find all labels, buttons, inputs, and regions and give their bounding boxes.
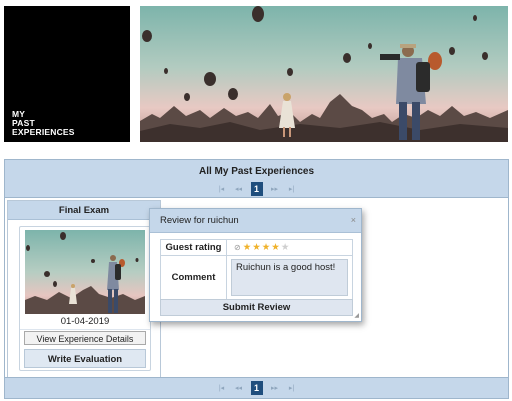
next-page-icon[interactable]: ▸▸	[270, 185, 280, 193]
experience-date: 01-04-2019	[20, 316, 150, 330]
card-title: Final Exam	[8, 201, 160, 220]
comment-label: Comment	[160, 255, 227, 300]
first-page-icon[interactable]: |◂	[217, 384, 227, 392]
review-dialog: Review for ruichun × Guest rating ⊘ ★ ★ …	[149, 208, 362, 322]
card-body: 01-04-2019 View Experience Details Write…	[19, 226, 151, 371]
star-icon[interactable]: ★	[262, 242, 271, 253]
hero-image	[140, 6, 508, 142]
write-evaluation-button[interactable]: Write Evaluation	[24, 349, 146, 368]
top-pager: |◂ ◂◂ 1 ▸▸ ▸|	[5, 182, 508, 196]
star-rating[interactable]: ⊘ ★ ★ ★ ★ ★	[227, 241, 352, 255]
logo-text: MY PAST EXPERIENCES	[12, 109, 75, 137]
panel-footer: |◂ ◂◂ 1 ▸▸ ▸|	[5, 377, 508, 398]
last-page-icon[interactable]: ▸|	[287, 384, 297, 392]
view-experience-details-button[interactable]: View Experience Details	[24, 331, 146, 345]
dialog-title: Review for ruichun	[160, 215, 239, 226]
star-icon[interactable]: ★	[271, 242, 280, 253]
current-page[interactable]: 1	[250, 381, 263, 395]
bottom-pager: |◂ ◂◂ 1 ▸▸ ▸|	[217, 381, 297, 395]
previous-page-icon[interactable]: ◂◂	[234, 185, 244, 193]
previous-page-icon[interactable]: ◂◂	[234, 384, 244, 392]
site-logo: MY PAST EXPERIENCES	[4, 6, 130, 142]
current-page[interactable]: 1	[250, 182, 263, 196]
dialog-titlebar[interactable]: Review for ruichun ×	[150, 209, 361, 233]
panel-header: All My Past Experiences |◂ ◂◂ 1 ▸▸ ▸|	[5, 160, 508, 198]
experience-card: Final Exam 01-04-2019 View Experience De…	[7, 200, 161, 378]
experience-thumbnail	[25, 230, 145, 314]
star-icon[interactable]: ★	[243, 242, 252, 253]
comment-textarea[interactable]: Ruichun is a good host!	[231, 259, 348, 296]
balloons-thumbnail-photo	[25, 230, 145, 314]
next-page-icon[interactable]: ▸▸	[270, 384, 280, 392]
hot-air-balloons-photo	[140, 6, 508, 142]
guest-rating-label: Guest rating	[160, 239, 227, 256]
close-icon[interactable]: ×	[351, 208, 356, 232]
panel-title: All My Past Experiences	[198, 166, 315, 177]
star-icon[interactable]: ★	[252, 242, 261, 253]
resize-grip-icon[interactable]: ◢	[354, 312, 359, 319]
review-form-table: Guest rating ⊘ ★ ★ ★ ★ ★ Comment Ruichun…	[160, 239, 353, 300]
submit-review-button[interactable]: Submit Review	[160, 299, 353, 316]
first-page-icon[interactable]: |◂	[217, 185, 227, 193]
star-icon[interactable]: ★	[281, 242, 290, 253]
last-page-icon[interactable]: ▸|	[287, 185, 297, 193]
cancel-rating-icon[interactable]: ⊘	[234, 243, 241, 252]
